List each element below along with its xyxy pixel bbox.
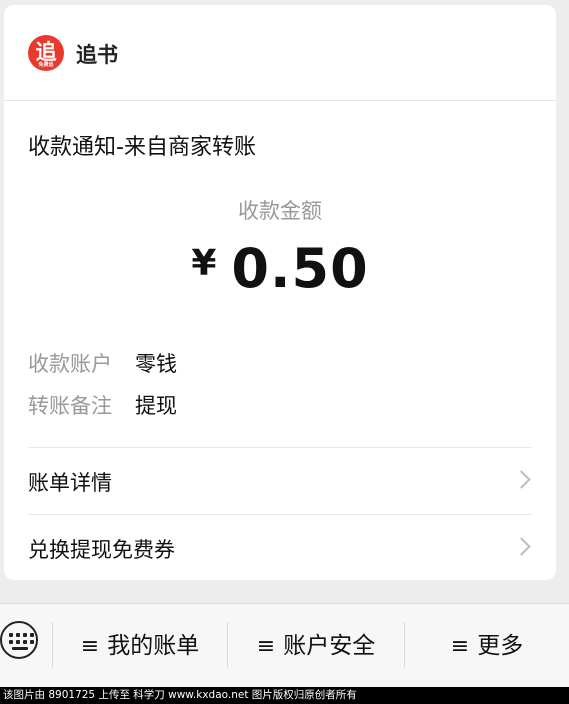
bottom-menu-bar: ≡ 我的账单 ≡ 账户安全 ≡ 更多 [0,603,569,688]
menu-label: 我的账单 [107,633,200,659]
app-name[interactable]: 追书 [76,39,118,69]
detail-key: 转账备注 [28,394,112,418]
chevron-right-icon [512,537,531,556]
menu-icon: ≡ [450,634,470,659]
detail-value: 提现 [135,394,177,418]
menu-label: 账户安全 [283,633,376,659]
divider [28,514,532,515]
watermark-bar: 该图片由 8901725 上传至 科学刀 www.kxdao.net 图片版权归… [0,687,569,704]
chevron-right-icon [512,470,531,489]
detail-row-remark: 转账备注 提现 [28,390,177,420]
amount-value: 0.50 [231,237,369,300]
detail-row-account: 收款账户 零钱 [28,348,177,378]
menu-label: 更多 [477,633,524,659]
amount-display: ¥0.50 [4,237,556,300]
payment-notice-card: 追 免费追 追书 收款通知-来自商家转账 收款金额 ¥0.50 收款账户 零钱 转… [4,5,556,580]
divider [28,447,532,448]
bill-details-link[interactable]: 账单详情 [28,449,532,513]
link-label: 账单详情 [28,471,112,495]
menu-account-security[interactable]: ≡ 账户安全 [228,624,404,668]
app-logo-char: 追 [35,40,57,64]
menu-icon: ≡ [80,634,100,659]
notice-title: 收款通知-来自商家转账 [28,135,256,160]
menu-my-bills[interactable]: ≡ 我的账单 [53,624,227,668]
detail-key: 收款账户 [28,352,112,376]
redeem-coupon-link[interactable]: 兑换提现免费券 [28,516,532,580]
card-header: 追 免费追 追书 [4,5,556,101]
app-logo-subtext: 免费追 [38,62,54,68]
menu-icon: ≡ [256,634,276,659]
menu-more[interactable]: ≡ 更多 [405,624,569,668]
app-logo[interactable]: 追 免费追 [28,35,64,71]
link-label: 兑换提现免费券 [28,538,175,562]
currency-symbol: ¥ [191,243,218,284]
detail-value: 零钱 [135,352,177,376]
amount-label: 收款金额 [238,199,322,223]
keyboard-icon[interactable] [0,621,38,659]
